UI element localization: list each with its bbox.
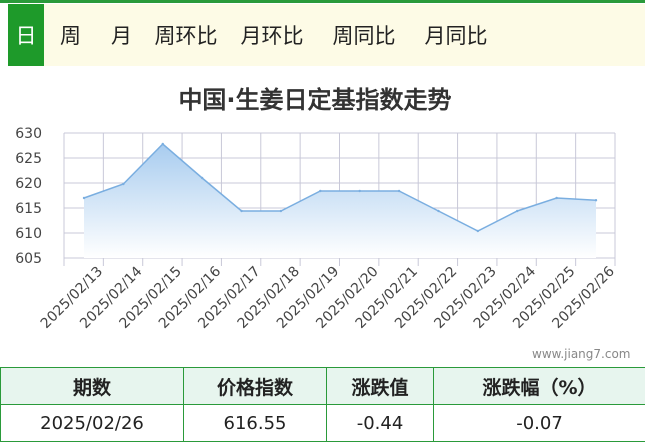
- header-change-value: 涨跌值: [327, 368, 434, 405]
- site-watermark: www.jiang7.com: [532, 347, 630, 361]
- data-point: [280, 210, 282, 212]
- data-point: [122, 183, 124, 185]
- period-tabs: 日 周 月 周环比 月环比 周同比 月同比: [8, 4, 645, 66]
- data-point: [83, 197, 85, 199]
- tab-month[interactable]: 月: [97, 4, 146, 66]
- table-row: 2025/02/26 616.55 -0.44 -0.07: [1, 405, 645, 442]
- y-tick-label: 620: [15, 176, 42, 192]
- data-point: [162, 143, 164, 145]
- tab-month-over-month[interactable]: 月环比: [226, 4, 318, 66]
- index-summary-table: 期数 价格指数 涨跌值 涨跌幅（%） 2025/02/26 616.55 -0.…: [0, 367, 645, 442]
- data-point: [555, 197, 557, 199]
- cell-period: 2025/02/26: [1, 405, 184, 442]
- tab-week-over-week[interactable]: 周环比: [146, 4, 226, 66]
- y-tick-label: 615: [15, 201, 42, 217]
- data-point: [477, 230, 479, 232]
- tab-day[interactable]: 日: [8, 4, 44, 66]
- y-tick-label: 625: [15, 151, 42, 167]
- cell-change-percent: -0.07: [434, 405, 645, 442]
- y-tick-label: 630: [15, 126, 42, 142]
- data-point: [240, 210, 242, 212]
- top-border-line: [0, 0, 645, 3]
- y-axis-ticks: 605 610 615 620 625 630: [15, 126, 42, 267]
- data-point: [516, 210, 518, 212]
- data-point: [201, 177, 203, 179]
- data-point: [358, 190, 360, 192]
- cell-price-index: 616.55: [184, 405, 327, 442]
- data-point: [595, 199, 597, 201]
- cell-change-value: -0.44: [327, 405, 434, 442]
- table-header-row: 期数 价格指数 涨跌值 涨跌幅（%）: [1, 368, 645, 405]
- header-change-percent: 涨跌幅（%）: [434, 368, 645, 405]
- data-point: [319, 190, 321, 192]
- header-period: 期数: [1, 368, 184, 405]
- y-tick-label: 605: [15, 251, 42, 267]
- x-axis-ticks: 2025/02/132025/02/142025/02/152025/02/16…: [38, 263, 618, 331]
- tab-month-year-over-year[interactable]: 月同比: [410, 4, 502, 66]
- data-point: [437, 210, 439, 212]
- index-area-chart: 605 610 615 620 625 630 2025/02/132025/02/142…: [0, 120, 645, 350]
- tab-week-year-over-year[interactable]: 周同比: [318, 4, 410, 66]
- data-point: [398, 190, 400, 192]
- header-price-index: 价格指数: [184, 368, 327, 405]
- tab-week[interactable]: 周: [44, 4, 97, 66]
- y-tick-label: 610: [15, 226, 42, 242]
- chart-title: 中国·生姜日定基指数走势: [0, 80, 630, 115]
